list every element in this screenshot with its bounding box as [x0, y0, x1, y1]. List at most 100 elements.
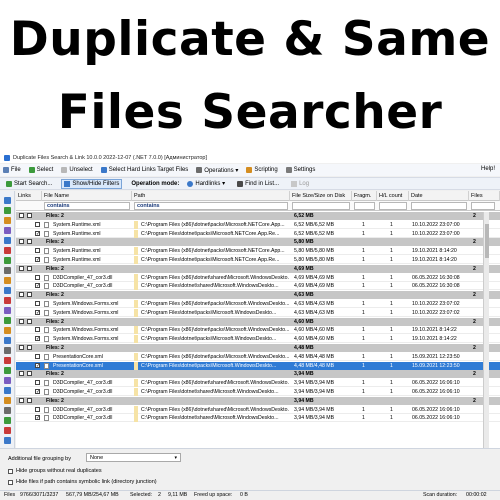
hide-groups-checkbox[interactable] — [8, 468, 13, 474]
tool-strip-icon[interactable] — [4, 227, 11, 234]
table-row[interactable]: D3DCompiler_47_cor3.dll C:\Program Files … — [16, 405, 500, 414]
group-row[interactable]: Files: 2 3,94 MB 2 — [16, 370, 500, 379]
vertical-scrollbar[interactable] — [483, 212, 489, 448]
group-expand-box[interactable] — [19, 239, 24, 245]
group-checkbox[interactable] — [27, 345, 32, 350]
row-checkbox[interactable] — [35, 230, 40, 238]
row-checkbox[interactable] — [35, 274, 40, 280]
table-row[interactable]: System.Runtime.xml C:\Program Files\dotne… — [16, 229, 500, 238]
operation-mode-dropdown[interactable]: Hardlinks ▾ — [184, 178, 228, 189]
menu-item-2[interactable]: Unselect — [61, 167, 93, 173]
row-checkbox[interactable] — [35, 362, 40, 370]
date-filter-input[interactable] — [411, 202, 467, 210]
find-in-list-button[interactable]: Find in List... — [234, 179, 282, 189]
tool-strip-icon[interactable] — [4, 287, 11, 294]
tool-strip-icon[interactable] — [4, 237, 11, 244]
row-checkbox[interactable] — [35, 221, 40, 227]
menu-item-6[interactable]: Settings — [285, 167, 315, 173]
tool-strip-icon[interactable] — [4, 407, 11, 414]
group-expand-box[interactable] — [19, 265, 24, 271]
tool-strip-icon[interactable] — [4, 417, 11, 424]
tool-strip-icon[interactable] — [4, 357, 11, 364]
tool-strip-icon[interactable] — [4, 267, 11, 274]
row-checkbox[interactable] — [35, 301, 40, 306]
tool-strip-icon[interactable] — [4, 427, 11, 434]
tool-strip-icon[interactable] — [4, 367, 11, 374]
table-row[interactable]: System.Runtime.xml C:\Program Files\dotne… — [16, 256, 500, 264]
table-row[interactable]: D3DCompiler_47_cor3.dll C:\Program Files\… — [16, 388, 500, 396]
menu-item-1[interactable]: Select — [28, 167, 53, 173]
col-path[interactable]: Path — [132, 191, 290, 201]
table-row[interactable]: D3DCompiler_47_cor3.dll C:\Program Files … — [16, 379, 500, 388]
col-files[interactable]: Files — [469, 191, 500, 201]
tool-strip-icon[interactable] — [4, 337, 11, 344]
group-row[interactable]: Files: 2 5,80 MB 2 — [16, 238, 500, 247]
table-row[interactable]: System.Windows.Forms.xml C:\Program Files… — [16, 335, 500, 344]
row-checkbox[interactable] — [35, 414, 40, 422]
row-checkbox[interactable] — [35, 353, 40, 359]
table-row[interactable]: D3DCompiler_47_cor3.dll C:\Program Files … — [16, 273, 500, 282]
group-expand-box[interactable] — [19, 318, 24, 324]
row-checkbox[interactable] — [35, 335, 40, 343]
help-menu[interactable]: Help! — [481, 166, 495, 172]
row-checkbox[interactable] — [35, 406, 40, 412]
tool-strip-icon[interactable] — [4, 207, 11, 214]
tool-strip-icon[interactable] — [4, 197, 11, 204]
hl-filter-input[interactable] — [379, 202, 407, 210]
row-checkbox[interactable] — [35, 248, 40, 254]
table-row[interactable]: PresentationCore.xml C:\Program Files\dot… — [16, 361, 500, 370]
tool-strip-icon[interactable] — [4, 277, 11, 284]
fragm-filter-input[interactable] — [354, 202, 375, 210]
row-checkbox[interactable] — [35, 380, 40, 386]
col-fragm[interactable]: Fragm. — [352, 191, 377, 201]
group-checkbox[interactable] — [27, 318, 32, 324]
group-row[interactable]: Files: 2 3,94 MB 2 — [16, 396, 500, 405]
tool-strip-icon[interactable] — [4, 217, 11, 224]
col-date[interactable]: Date — [409, 191, 469, 201]
tool-strip-icon[interactable] — [4, 437, 11, 444]
group-checkbox[interactable] — [27, 397, 32, 403]
tool-strip-icon[interactable] — [4, 397, 11, 404]
col-links[interactable]: Links — [16, 191, 42, 201]
table-row[interactable]: PresentationCore.xml C:\Program Files (x8… — [16, 352, 500, 361]
files-filter-input[interactable] — [471, 202, 495, 210]
group-expand-box[interactable] — [19, 345, 24, 350]
tool-strip-icon[interactable] — [4, 307, 11, 314]
menu-item-0[interactable]: File — [3, 167, 21, 173]
row-checkbox[interactable] — [35, 282, 40, 290]
grouping-select[interactable]: None ▾ — [86, 453, 181, 462]
group-row[interactable]: Files: 2 4,48 MB 2 — [16, 344, 500, 352]
table-row[interactable]: System.Runtime.xml C:\Program Files (x86)… — [16, 247, 500, 256]
col-file-name[interactable]: File Name — [42, 191, 132, 201]
menu-item-3[interactable]: Select Hard Links Target Files — [100, 167, 188, 173]
menu-item-4[interactable]: Operations ▾ — [196, 167, 238, 174]
col-size[interactable]: File Size/Size on Disk — [290, 191, 352, 201]
tool-strip-icon[interactable] — [4, 247, 11, 254]
group-checkbox[interactable] — [27, 371, 32, 377]
tool-strip-icon[interactable] — [4, 377, 11, 384]
row-checkbox[interactable] — [35, 256, 40, 264]
start-search-button[interactable]: Start Search... — [3, 179, 55, 189]
group-checkbox[interactable] — [27, 213, 32, 218]
hide-symlink-option[interactable]: Hide files if path contains symbolic lin… — [8, 479, 157, 485]
group-checkbox[interactable] — [27, 292, 32, 298]
col-hl-count[interactable]: H/L count — [377, 191, 409, 201]
group-row[interactable]: Files: 2 4,60 MB 2 — [16, 317, 500, 326]
table-row[interactable]: System.Windows.Forms.xml C:\Program Files… — [16, 300, 500, 308]
log-button[interactable]: Log — [288, 179, 312, 189]
tool-strip-icon[interactable] — [4, 317, 11, 324]
tool-strip-icon[interactable] — [4, 297, 11, 304]
path-filter-input[interactable]: contains — [134, 202, 288, 210]
tool-strip-icon[interactable] — [4, 327, 11, 334]
table-row[interactable]: D3DCompiler_47_cor3.dll C:\Program Files\… — [16, 414, 500, 423]
hide-groups-option[interactable]: Hide groups without real duplicates — [8, 468, 102, 474]
hide-symlink-checkbox[interactable] — [8, 479, 13, 485]
menu-item-5[interactable]: Scripting — [246, 167, 278, 173]
show-hide-filters-button[interactable]: Show/Hide Filters — [61, 178, 123, 189]
size-filter-input[interactable] — [292, 202, 350, 210]
group-checkbox[interactable] — [27, 239, 32, 245]
group-checkbox[interactable] — [27, 265, 32, 271]
table-row[interactable]: System.Windows.Forms.xml C:\Program Files… — [16, 326, 500, 335]
scrollbar-thumb[interactable] — [485, 224, 489, 258]
group-expand-box[interactable] — [19, 292, 24, 298]
